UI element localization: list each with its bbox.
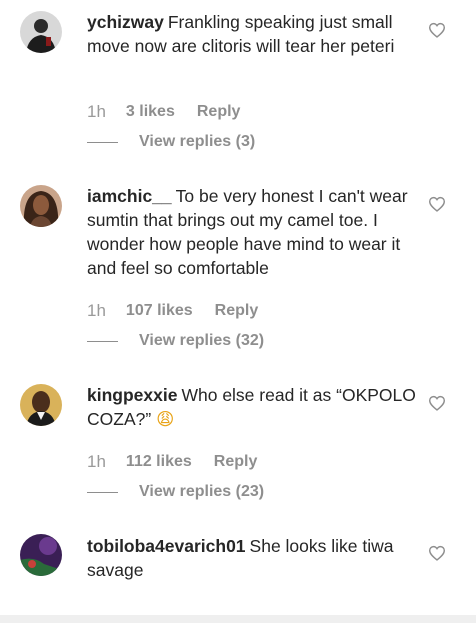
avatar[interactable]	[20, 185, 62, 227]
avatar[interactable]	[20, 384, 62, 426]
reply-button[interactable]: Reply	[197, 103, 241, 121]
weary-face-emoji: 😩	[156, 410, 175, 430]
heart-outline-icon[interactable]	[428, 395, 446, 411]
comment-meta: 1h 107 likes Reply	[87, 300, 258, 322]
divider-line	[87, 340, 118, 342]
avatar[interactable]	[20, 534, 62, 576]
comment-username[interactable]: tobiloba4evarich01	[87, 536, 246, 556]
divider-line	[87, 141, 118, 143]
reply-button[interactable]: Reply	[214, 453, 258, 471]
comment-body: ychizway Frankling speaking just small mo…	[87, 10, 422, 58]
comment-username[interactable]: iamchic__	[87, 186, 172, 206]
comment-time: 1h	[87, 301, 106, 320]
comment-meta: 1h 3 likes Reply	[87, 101, 240, 123]
avatar[interactable]	[20, 11, 62, 53]
comment-body: iamchic__ To be very honest I can't wear …	[87, 184, 422, 280]
comment-time: 1h	[87, 452, 106, 471]
comment-likes[interactable]: 107 likes	[126, 302, 193, 320]
view-replies-label: View replies (23)	[139, 483, 265, 500]
heart-outline-icon[interactable]	[428, 22, 446, 38]
bottom-bar	[0, 615, 476, 623]
comment-username[interactable]: kingpexxie	[87, 385, 177, 405]
comment-body: tobiloba4evarich01 She looks like tiwa sa…	[87, 534, 422, 582]
comment-likes[interactable]: 3 likes	[126, 103, 175, 121]
view-replies-button[interactable]: View replies (23)	[87, 481, 264, 503]
divider-line	[87, 491, 118, 493]
view-replies-label: View replies (32)	[139, 332, 265, 349]
comment-time: 1h	[87, 102, 106, 121]
comment-meta: 1h 112 likes Reply	[87, 451, 257, 473]
comment-username[interactable]: ychizway	[87, 12, 164, 32]
reply-button[interactable]: Reply	[215, 302, 259, 320]
view-replies-label: View replies (3)	[139, 133, 256, 150]
view-replies-button[interactable]: View replies (32)	[87, 330, 264, 352]
heart-outline-icon[interactable]	[428, 545, 446, 561]
view-replies-button[interactable]: View replies (3)	[87, 131, 255, 153]
comment-likes[interactable]: 112 likes	[126, 453, 192, 471]
heart-outline-icon[interactable]	[428, 196, 446, 212]
comment-body: kingpexxie Who else read it as “OKPOLO CO…	[87, 383, 422, 432]
